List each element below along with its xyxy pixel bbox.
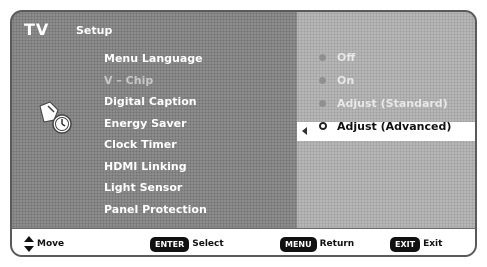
- setup-menu-panel: TV Setup Menu Language V – Chip Digital …: [12, 12, 297, 228]
- hint-return: MENU Return: [280, 236, 354, 252]
- hint-exit: EXIT Exit: [390, 236, 442, 252]
- menu-key-badge[interactable]: MENU: [280, 236, 317, 252]
- option-adjust-advanced[interactable]: Adjust (Advanced): [317, 115, 451, 138]
- option-label: On: [337, 74, 355, 87]
- options-panel: Off On Adjust (Standard) Adjust (Advance…: [297, 12, 475, 228]
- option-adjust-standard[interactable]: Adjust (Standard): [317, 92, 451, 115]
- radio-icon: [319, 100, 326, 107]
- menu-item-digital-caption[interactable]: Digital Caption: [104, 91, 207, 113]
- options-list: Off On Adjust (Standard) Adjust (Advance…: [317, 46, 451, 138]
- option-label: Adjust (Standard): [337, 97, 448, 110]
- option-label: Off: [337, 51, 356, 64]
- selection-pointer-icon: [302, 127, 307, 135]
- setup-menu-list: Menu Language V – Chip Digital Caption E…: [104, 48, 207, 220]
- menu-item-hdmi-linking[interactable]: HDMI Linking: [104, 156, 207, 178]
- exit-label: Exit: [423, 239, 443, 249]
- menu-item-v-chip: V – Chip: [104, 73, 154, 87]
- navigation-hint-bar: Move ENTER Select MENU Return EXIT Exit: [12, 228, 475, 255]
- menu-item-menu-language[interactable]: Menu Language: [104, 48, 207, 70]
- menu-item-energy-saver[interactable]: Energy Saver: [104, 113, 207, 135]
- hint-select: ENTER Select: [150, 236, 224, 252]
- move-label: Move: [37, 239, 65, 249]
- up-down-arrows-icon: [24, 236, 34, 252]
- radio-icon: [319, 77, 326, 84]
- menu-item-panel-protection[interactable]: Panel Protection: [104, 199, 207, 221]
- enter-key-badge[interactable]: ENTER: [150, 236, 190, 252]
- option-off[interactable]: Off: [317, 46, 451, 69]
- radio-icon: [319, 54, 326, 61]
- option-label: Adjust (Advanced): [337, 120, 452, 133]
- hint-move: Move: [24, 236, 64, 252]
- select-label: Select: [192, 239, 224, 249]
- menu-item-light-sensor[interactable]: Light Sensor: [104, 177, 207, 199]
- section-title: Setup: [76, 24, 113, 37]
- option-on[interactable]: On: [317, 69, 451, 92]
- tv-label: TV: [24, 20, 50, 39]
- setup-gear-icon: [39, 101, 72, 134]
- menu-item-clock-timer[interactable]: Clock Timer: [104, 134, 207, 156]
- tv-setup-screen: TV Setup Menu Language V – Chip Digital …: [10, 10, 477, 257]
- exit-key-badge[interactable]: EXIT: [390, 236, 421, 252]
- return-label: Return: [319, 239, 355, 249]
- radio-selected-icon: [319, 122, 327, 130]
